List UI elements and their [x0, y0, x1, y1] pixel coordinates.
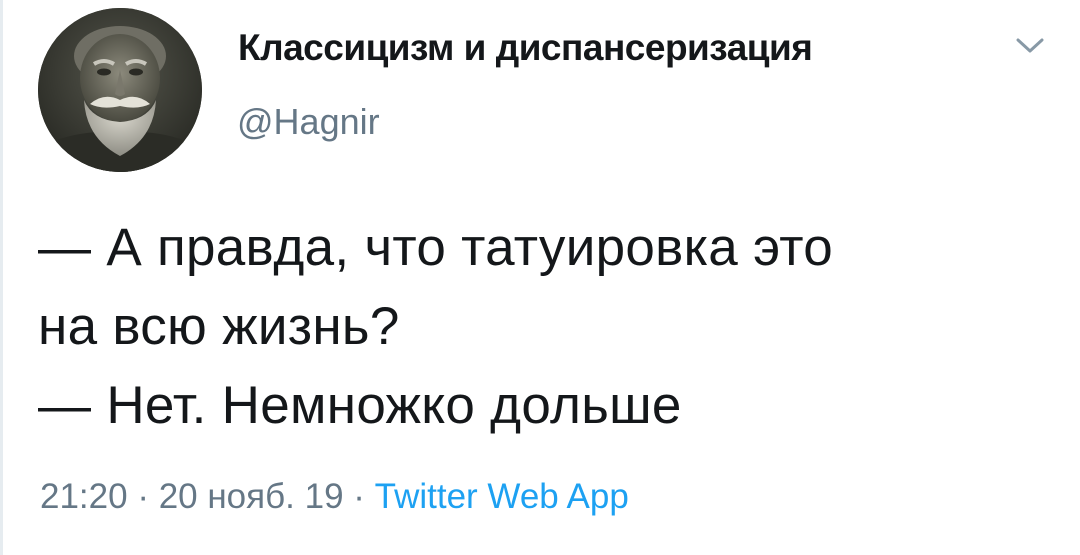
- tweet-time[interactable]: 21:20: [40, 477, 128, 516]
- display-name[interactable]: Классицизм и диспансеризация: [238, 27, 813, 69]
- tweet-card: Классицизм и диспансеризация @Hagnir — А…: [0, 0, 1080, 555]
- meta-separator: ·: [127, 477, 159, 516]
- tweet-date[interactable]: 20 нояб. 19: [159, 477, 344, 516]
- tweet-source-link[interactable]: Twitter Web App: [375, 477, 629, 516]
- tweet-text-line: — Нет. Немножко дольше: [38, 376, 682, 435]
- user-handle[interactable]: @Hagnir: [237, 101, 380, 143]
- tweet-text: — А правда, что татуировка это на всю жи…: [38, 208, 1048, 445]
- tweet-meta: 21:20 · 20 нояб. 19 · Twitter Web App: [40, 477, 629, 517]
- meta-separator: ·: [343, 477, 375, 516]
- avatar[interactable]: [38, 8, 202, 172]
- avatar-portrait-image: [38, 8, 202, 172]
- tweet-text-line: на всю жизнь?: [38, 297, 400, 356]
- chevron-down-icon[interactable]: [1012, 30, 1048, 60]
- left-border: [0, 0, 3, 555]
- tweet-text-line: — А правда, что татуировка это: [38, 218, 834, 277]
